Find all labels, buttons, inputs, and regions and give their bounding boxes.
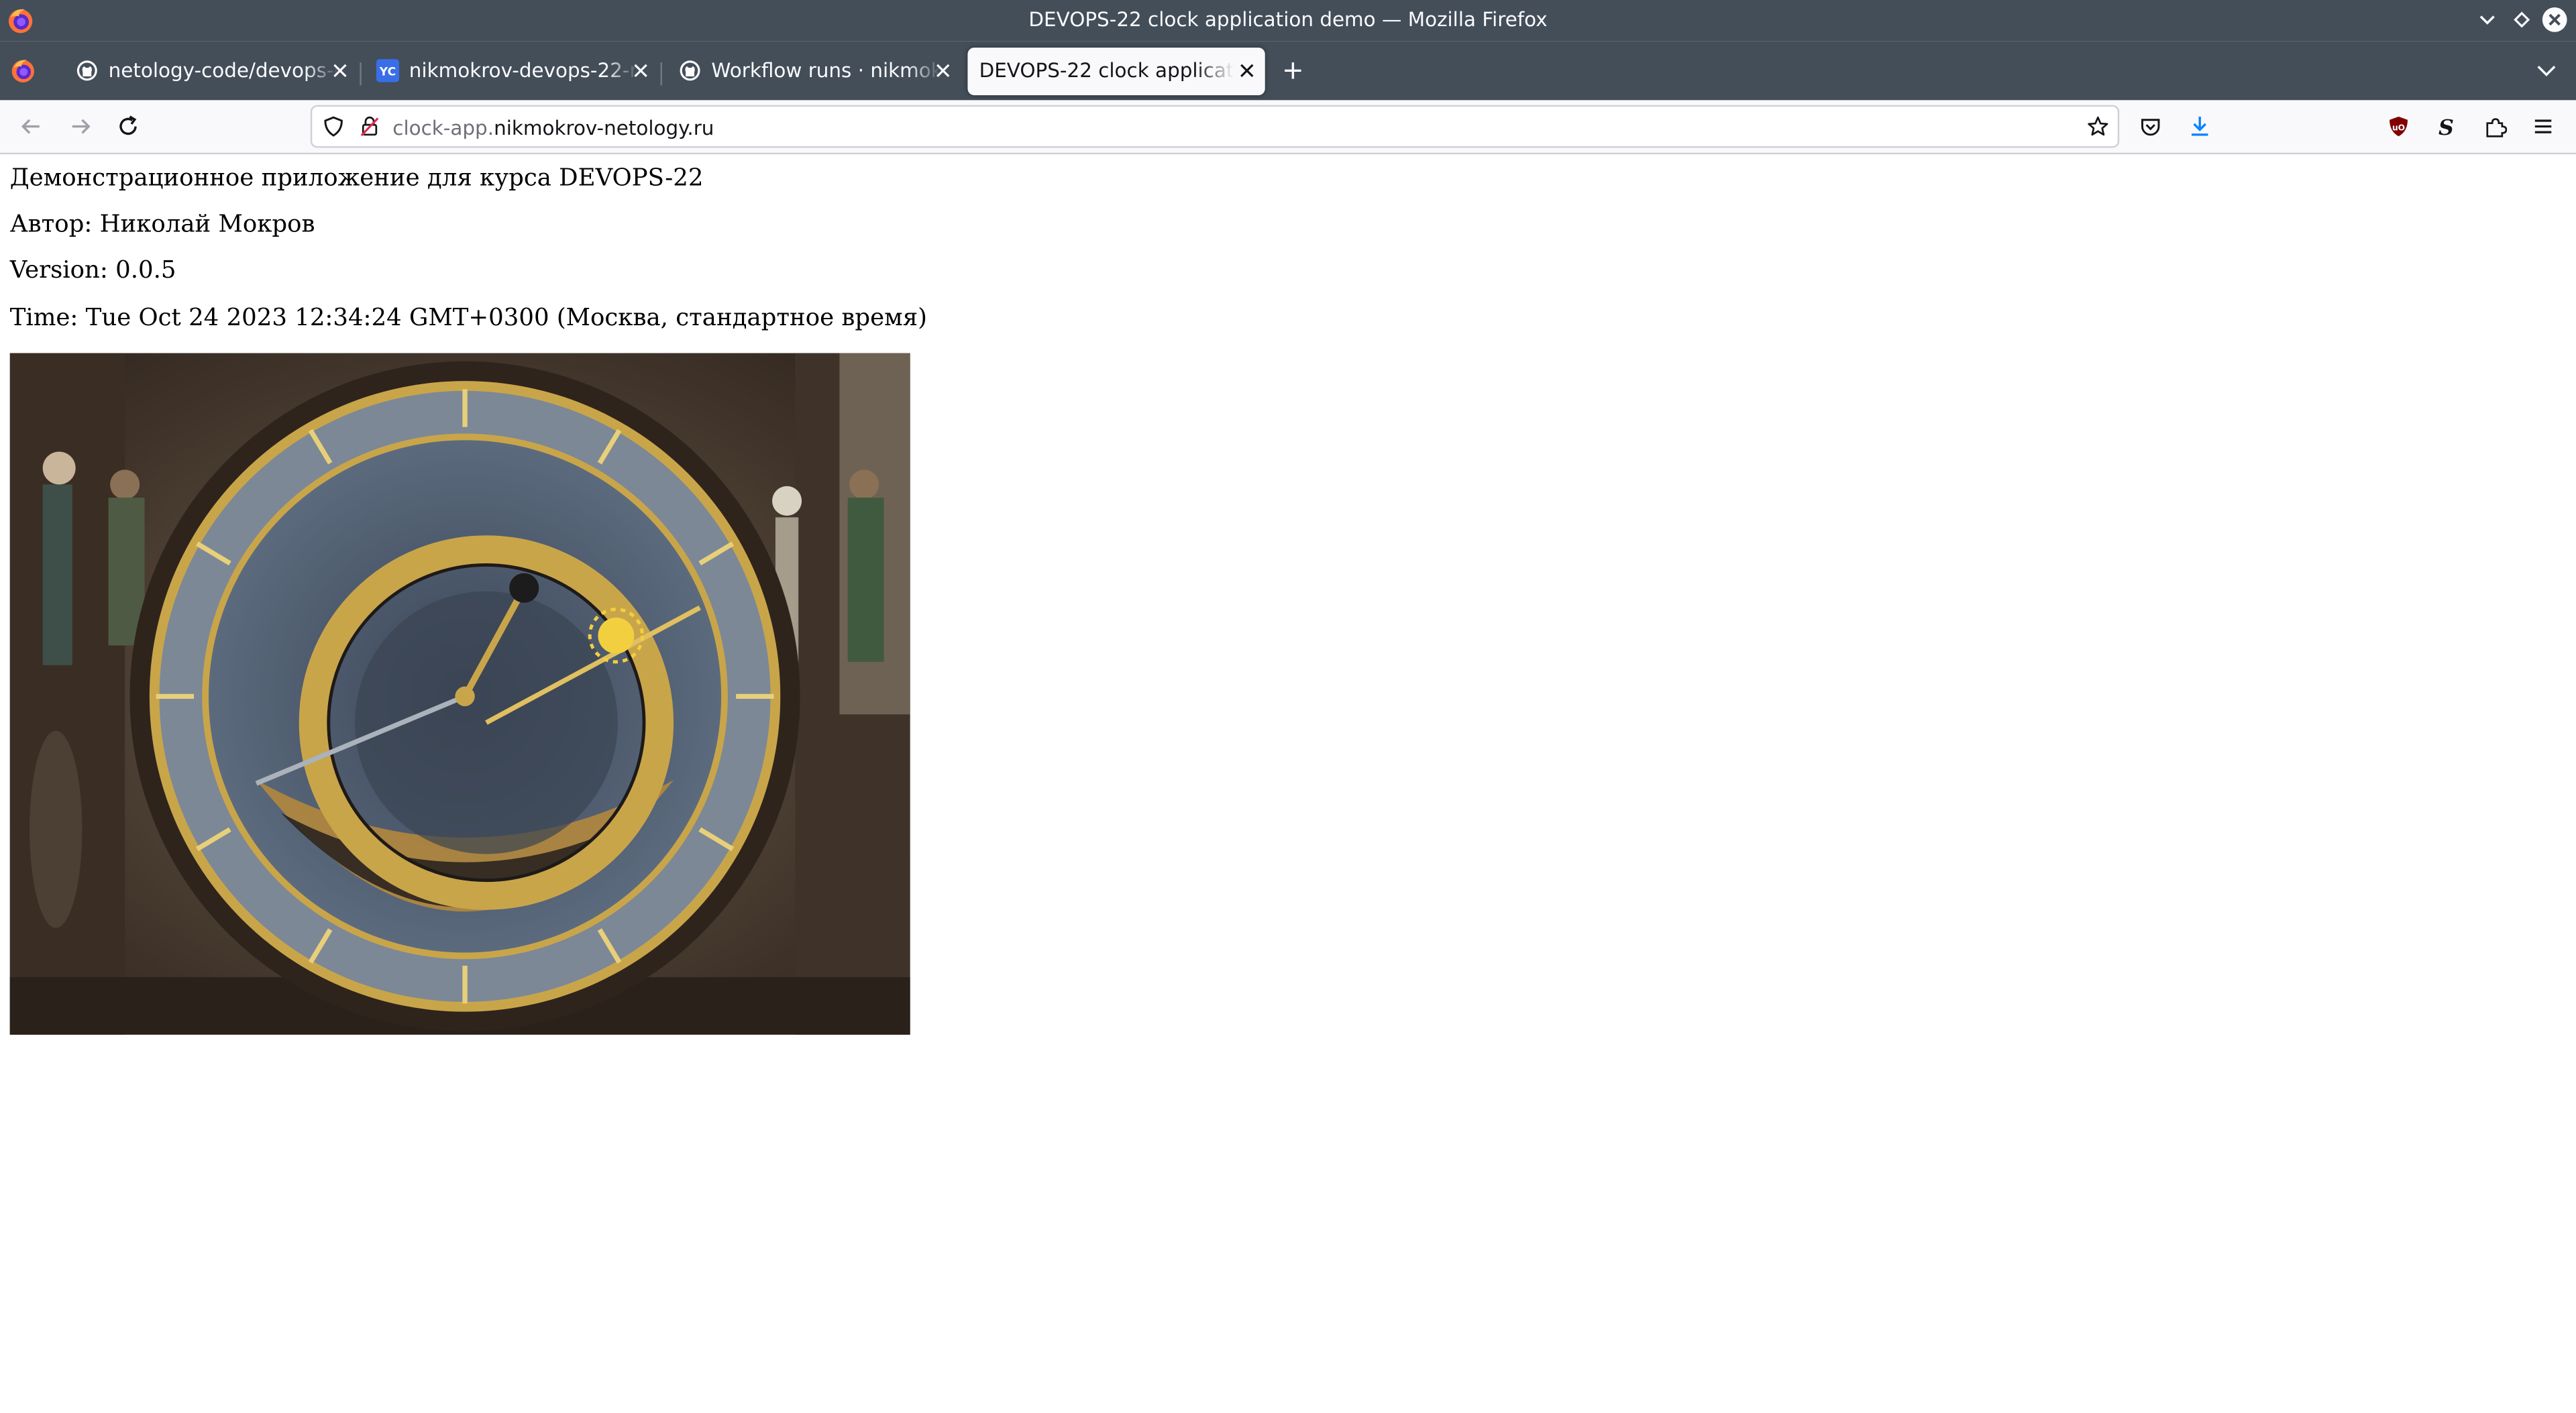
url-domain: nikmokrov-netology.ru	[494, 116, 714, 140]
page-content: Демонстрационное приложение для курса DE…	[0, 154, 2576, 1413]
ublock-origin-button[interactable]: uO	[2382, 110, 2415, 143]
plus-icon	[1285, 62, 1301, 79]
tab-workflow-runs[interactable]: Workflow runs · nikmokrov	[665, 48, 961, 95]
pocket-button[interactable]	[2134, 110, 2167, 143]
close-icon[interactable]	[1236, 59, 1258, 82]
insecure-lock-icon[interactable]	[358, 115, 381, 137]
app-menu-button[interactable]	[2527, 110, 2560, 143]
close-icon	[2542, 7, 2567, 32]
tab-strip: netology-code/devops-diploma YC nikmokro…	[0, 41, 2576, 101]
letter-s-icon: S	[2438, 115, 2454, 137]
firefox-view-button[interactable]	[10, 58, 43, 84]
diamond-icon	[2514, 11, 2530, 28]
forward-button[interactable]	[64, 110, 97, 143]
extensions-button[interactable]	[2479, 110, 2512, 143]
tab-separator	[360, 62, 362, 86]
tab-label: nikmokrov-devops-22-registry	[409, 59, 639, 82]
list-all-tabs-button[interactable]	[2533, 58, 2563, 87]
close-icon[interactable]	[932, 59, 955, 82]
extension-s-button[interactable]: S	[2430, 110, 2463, 143]
svg-text:uO: uO	[2392, 123, 2405, 133]
url-text[interactable]: clock-app.nikmokrov-netology.ru	[392, 117, 714, 139]
navigation-toolbar: clock-app.nikmokrov-netology.ru uO S	[0, 100, 2576, 155]
close-window-button[interactable]	[2540, 5, 2569, 34]
close-icon[interactable]	[329, 59, 352, 82]
back-button[interactable]	[15, 110, 48, 143]
svg-text:S: S	[2438, 115, 2454, 137]
github-icon	[680, 60, 700, 81]
firefox-view-icon	[11, 60, 34, 82]
arrow-left-icon	[21, 119, 40, 134]
close-icon[interactable]	[629, 59, 652, 82]
app-description-text: Демонстрационное приложение для курса DE…	[9, 166, 704, 192]
tab-netology-code[interactable]: netology-code/devops-diploma	[62, 48, 358, 95]
window-titlebar: DEVOPS-22 clock application demo — Mozil…	[0, 0, 2576, 42]
window-title: DEVOPS-22 clock application demo — Mozil…	[1028, 8, 1548, 32]
maximize-button[interactable]	[2507, 5, 2536, 34]
hamburger-menu-icon	[2534, 119, 2552, 133]
minimize-button[interactable]	[2473, 5, 2502, 34]
ublock-origin-icon: uO	[2390, 116, 2408, 137]
downloads-button[interactable]	[2184, 110, 2216, 143]
time-text: Time: Tue Oct 24 2023 12:34:24 GMT+0300 …	[9, 305, 928, 332]
author-text: Автор: Николай Мокров	[9, 211, 315, 239]
tracking-protection-shield-icon[interactable]	[322, 115, 345, 137]
reload-icon	[119, 115, 137, 135]
tab-label: DEVOPS-22 clock application demo	[979, 59, 1234, 82]
github-icon	[76, 60, 97, 81]
svg-text:YC: YC	[379, 66, 396, 79]
astronomical-clock-image	[9, 353, 910, 1035]
puzzle-piece-icon	[2486, 118, 2508, 137]
pocket-icon	[2141, 119, 2160, 136]
tab-yandex-registry[interactable]: YC nikmokrov-devops-22-registry	[363, 48, 659, 95]
tab-devops-clock[interactable]: DEVOPS-22 clock application demo	[967, 48, 1265, 96]
address-bar[interactable]: clock-app.nikmokrov-netology.ru	[310, 105, 2120, 148]
bookmark-star-icon[interactable]	[2086, 115, 2109, 137]
reload-button[interactable]	[112, 110, 145, 143]
download-arrow-icon	[2191, 116, 2208, 136]
tab-label: Workflow runs · nikmokrov	[711, 59, 942, 82]
chevron-down-icon	[2537, 65, 2556, 76]
yandex-cloud-icon: YC	[376, 59, 400, 82]
new-tab-button[interactable]	[1280, 58, 1309, 87]
url-subdomain: clock-app.	[392, 116, 494, 140]
tab-label: netology-code/devops-diploma	[108, 59, 339, 82]
tab-separator	[660, 62, 662, 86]
arrow-right-icon	[72, 119, 91, 134]
version-text: Version: 0.0.5	[9, 258, 176, 284]
chevron-down-icon	[2479, 15, 2495, 25]
